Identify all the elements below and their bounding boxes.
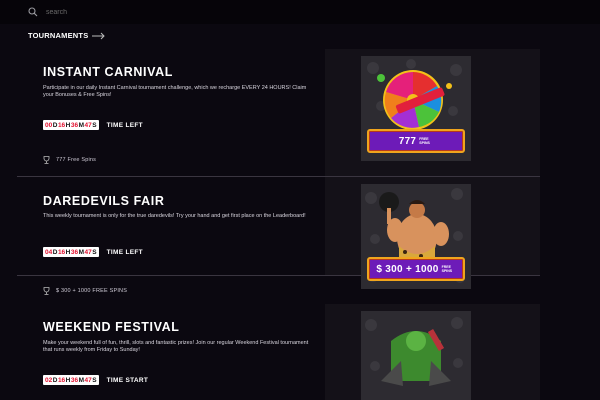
section-title: TOURNAMENTS <box>28 31 89 40</box>
top-bar <box>0 0 600 24</box>
trophy-icon <box>43 287 50 295</box>
tournament-description: Make your weekend full of fun, thrill, s… <box>43 340 309 353</box>
tournament-title: DAREDEVILS FAIR <box>43 194 165 208</box>
search-input[interactable] <box>44 7 248 17</box>
search-icon <box>28 7 38 17</box>
countdown: 04 D 16 H 36 M 47 S <box>43 247 99 257</box>
countdown: 00 D 16 H 36 M 47 S <box>43 120 99 130</box>
prize-text: 777 Free Spins <box>56 157 97 163</box>
prize-text: $ 300 + 1000 FREE SPINS <box>56 288 128 294</box>
tournament-prize: $ 300 + 1000 FREE SPINS <box>43 287 127 295</box>
tournament-timer: 04 D 16 H 36 M 47 S TIME LEFT <box>43 247 143 257</box>
tournament-info: WEEKEND FESTIVAL Make your weekend full … <box>17 304 325 400</box>
tournament-prize: 777 Free Spins <box>43 156 96 164</box>
instant-carnival-artwork[interactable]: 777 FREE SPINS <box>361 56 471 161</box>
tournament-description: This weekly tournament is only for the t… <box>43 213 306 219</box>
search-box[interactable] <box>22 2 282 22</box>
tournament-title: WEEKEND FESTIVAL <box>43 320 180 334</box>
trophy-icon <box>43 156 50 164</box>
tournament-info: DAREDEVILS FAIR This weekly tournament i… <box>17 177 325 276</box>
tournament-timer: 00 D 16 H 36 M 47 S TIME LEFT <box>43 120 143 130</box>
tournament-timer: 02 D 16 H 36 M 47 S TIME START <box>43 375 148 385</box>
timer-label: TIME LEFT <box>106 248 143 256</box>
arrow-right-icon <box>92 32 106 39</box>
daredevils-fair-artwork[interactable]: $ 300 + 1000 FREE SPINS <box>361 184 471 289</box>
section-header[interactable]: TOURNAMENTS <box>28 31 106 40</box>
prize-banner: 777 FREE SPINS <box>367 129 465 153</box>
timer-label: TIME START <box>106 376 149 384</box>
tournament-title: INSTANT CARNIVAL <box>43 65 173 79</box>
timer-label: TIME LEFT <box>106 121 143 129</box>
prize-banner: $ 300 + 1000 FREE SPINS <box>367 257 465 281</box>
festival-figure-icon <box>381 328 451 386</box>
weekend-festival-artwork[interactable] <box>361 311 471 400</box>
tournament-description: Participate in our daily Instant Carniva… <box>43 85 307 98</box>
tournament-info: INSTANT CARNIVAL Participate in our dail… <box>17 49 325 177</box>
countdown: 02 D 16 H 36 M 47 S <box>43 375 99 385</box>
